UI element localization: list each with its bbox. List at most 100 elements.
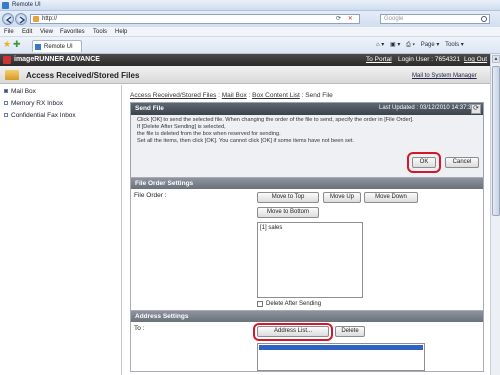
move-to-bottom-button[interactable]: Move to Bottom — [257, 207, 319, 218]
file-order-label: File Order : — [134, 192, 167, 199]
send-file-message: Click [OK] to send the selected file. Wh… — [137, 117, 437, 145]
menu-tools[interactable]: Tools — [93, 29, 107, 35]
page-title: Access Received/Stored Files — [26, 71, 140, 80]
back-button[interactable] — [2, 13, 14, 25]
sidebar-item-label: Memory RX Inbox — [11, 100, 64, 107]
folder-icon — [5, 70, 19, 80]
delete-address-button[interactable]: Delete — [335, 326, 365, 337]
favorites-star-icon[interactable]: ★ — [3, 40, 11, 49]
scrollbar-thumb[interactable] — [492, 66, 500, 216]
send-file-title: Send File — [135, 105, 164, 112]
address-settings-header: Address Settings — [131, 311, 483, 322]
delete-after-sending-label: Delete After Sending — [266, 301, 322, 307]
bullet-icon — [4, 113, 8, 118]
page-menu-label: Page — [420, 42, 435, 48]
send-file-panel: Send File Last Updated : 03/12/2010 14:3… — [130, 102, 484, 184]
add-favorite-icon[interactable]: ✚ — [13, 40, 21, 49]
breadcrumb-mail-box[interactable]: Mail Box — [222, 92, 247, 99]
app-icon — [2, 2, 9, 9]
search-input[interactable]: Google — [380, 14, 490, 24]
move-up-button[interactable]: Move Up — [323, 192, 361, 203]
sidebar-item-mail-box[interactable]: Mail Box — [4, 88, 36, 95]
product-name: imageRUNNER ADVANCE — [14, 56, 100, 63]
message-line: the file is deleted from the box when re… — [137, 131, 281, 137]
search-placeholder: Google — [384, 16, 404, 22]
breadcrumb-access-files[interactable]: Access Received/Stored Files — [130, 92, 216, 99]
cancel-button[interactable]: Cancel — [445, 157, 479, 168]
address-list-button[interactable]: Address List... — [257, 326, 329, 337]
sidebar-item-confidential-fax-inbox[interactable]: Confidential Fax Inbox — [4, 112, 76, 119]
window-titlebar: Remote UI — [0, 0, 500, 11]
to-label: To : — [134, 325, 145, 332]
menu-file[interactable]: File — [4, 29, 14, 35]
stop-icon[interactable]: ✕ — [348, 16, 353, 22]
address-list[interactable] — [257, 343, 425, 371]
send-file-body: Click [OK] to send the selected file. Wh… — [131, 115, 483, 183]
tab-page-icon — [35, 44, 41, 50]
forward-button[interactable] — [15, 13, 27, 25]
send-file-header: Send File Last Updated : 03/12/2010 14:3… — [131, 103, 483, 115]
menu-bar: File Edit View Favorites Tools Help — [0, 27, 500, 37]
file-order-title: File Order Settings — [135, 180, 194, 187]
main-content: Access Received/Stored Files : Mail Box … — [122, 85, 490, 375]
move-down-button[interactable]: Move Down — [364, 192, 418, 203]
breadcrumb-current: Send File — [305, 92, 333, 99]
delete-after-sending-checkbox[interactable] — [257, 301, 263, 307]
breadcrumb-box-content-list[interactable]: Box Content List — [252, 92, 300, 99]
tools-menu-label: Tools — [445, 42, 460, 48]
menu-view[interactable]: View — [40, 29, 53, 35]
home-icon[interactable]: ⌂ ▾ — [376, 42, 384, 48]
message-line: Set all the items, then click [OK]. You … — [137, 138, 355, 144]
breadcrumb: Access Received/Stored Files : Mail Box … — [130, 92, 333, 99]
address-toolbar: http:// ⟳ ✕ Google — [0, 11, 500, 27]
refresh-icon[interactable]: ⟳ — [336, 16, 341, 22]
search-icon[interactable] — [481, 16, 487, 22]
menu-help[interactable]: Help — [115, 29, 127, 35]
menu-favorites[interactable]: Favorites — [60, 29, 85, 35]
window-title: Remote UI — [12, 2, 41, 8]
vertical-scrollbar[interactable]: ▲ — [490, 54, 500, 375]
address-settings-title: Address Settings — [135, 313, 189, 320]
message-line: Click [OK] to send the selected file. Wh… — [137, 117, 414, 123]
print-icon[interactable]: ⎙ ▾ — [406, 42, 415, 48]
page-menu[interactable]: Page ▾ — [421, 42, 440, 48]
logout-link[interactable]: Log Out — [464, 56, 487, 63]
address-list-selection — [259, 345, 423, 350]
last-updated: Last Updated : 03/12/2010 14:37:31 — [379, 105, 475, 111]
tools-menu[interactable]: Tools ▾ — [445, 42, 464, 48]
forward-arrow-icon — [19, 16, 26, 24]
page-icon — [33, 16, 39, 22]
ok-button[interactable]: OK — [412, 157, 436, 168]
mail-to-system-manager-link[interactable]: Mail to System Manager — [412, 73, 477, 79]
scroll-up-icon[interactable]: ▲ — [492, 55, 500, 63]
list-item[interactable]: [1] sales — [260, 225, 282, 231]
browser-tab[interactable]: Remote UI — [32, 40, 82, 52]
login-user: Login User : 7654321 — [398, 56, 461, 63]
menu-edit[interactable]: Edit — [22, 29, 32, 35]
sidebar: Mail Box Memory RX Inbox Confidential Fa… — [0, 85, 122, 375]
refresh-icon: ⟳ — [473, 105, 479, 112]
page-header: Access Received/Stored Files Mail to Sys… — [0, 66, 500, 84]
bullet-icon — [4, 101, 8, 106]
url-text: http:// — [42, 16, 58, 22]
address-tools: ⟳ ✕ — [336, 15, 353, 22]
file-order-section: File Order Settings File Order : Move to… — [130, 177, 484, 313]
address-input[interactable]: http:// — [30, 14, 360, 24]
command-bar: ⌂ ▾ ▣ ▾ ⎙ ▾ Page ▾ Tools ▾ — [376, 41, 464, 49]
message-line: If [Delete After Sending] is selected, — [137, 124, 226, 130]
sidebar-item-label: Confidential Fax Inbox — [11, 112, 76, 119]
refresh-button[interactable]: ⟳ — [471, 104, 481, 114]
brand-logo-icon — [3, 56, 11, 64]
to-portal-link[interactable]: To Portal — [366, 56, 392, 63]
login-info: Login User : 7654321 Log Out — [398, 56, 487, 63]
sidebar-item-memory-rx-inbox[interactable]: Memory RX Inbox — [4, 100, 63, 107]
move-to-top-button[interactable]: Move to Top — [257, 192, 319, 203]
file-order-list[interactable]: [1] sales — [257, 222, 363, 298]
back-arrow-icon — [5, 16, 12, 24]
bullet-icon — [4, 89, 8, 94]
app-header: imageRUNNER ADVANCE To Portal Login User… — [0, 54, 500, 66]
feeds-icon[interactable]: ▣ ▾ — [390, 42, 400, 48]
favorites-bar: ★ ✚ Remote UI ⌂ ▾ ▣ ▾ ⎙ ▾ Page ▾ Tools ▾ — [0, 37, 500, 54]
address-settings-section: Address Settings To : Address List... De… — [130, 310, 484, 372]
file-order-header: File Order Settings — [131, 178, 483, 189]
